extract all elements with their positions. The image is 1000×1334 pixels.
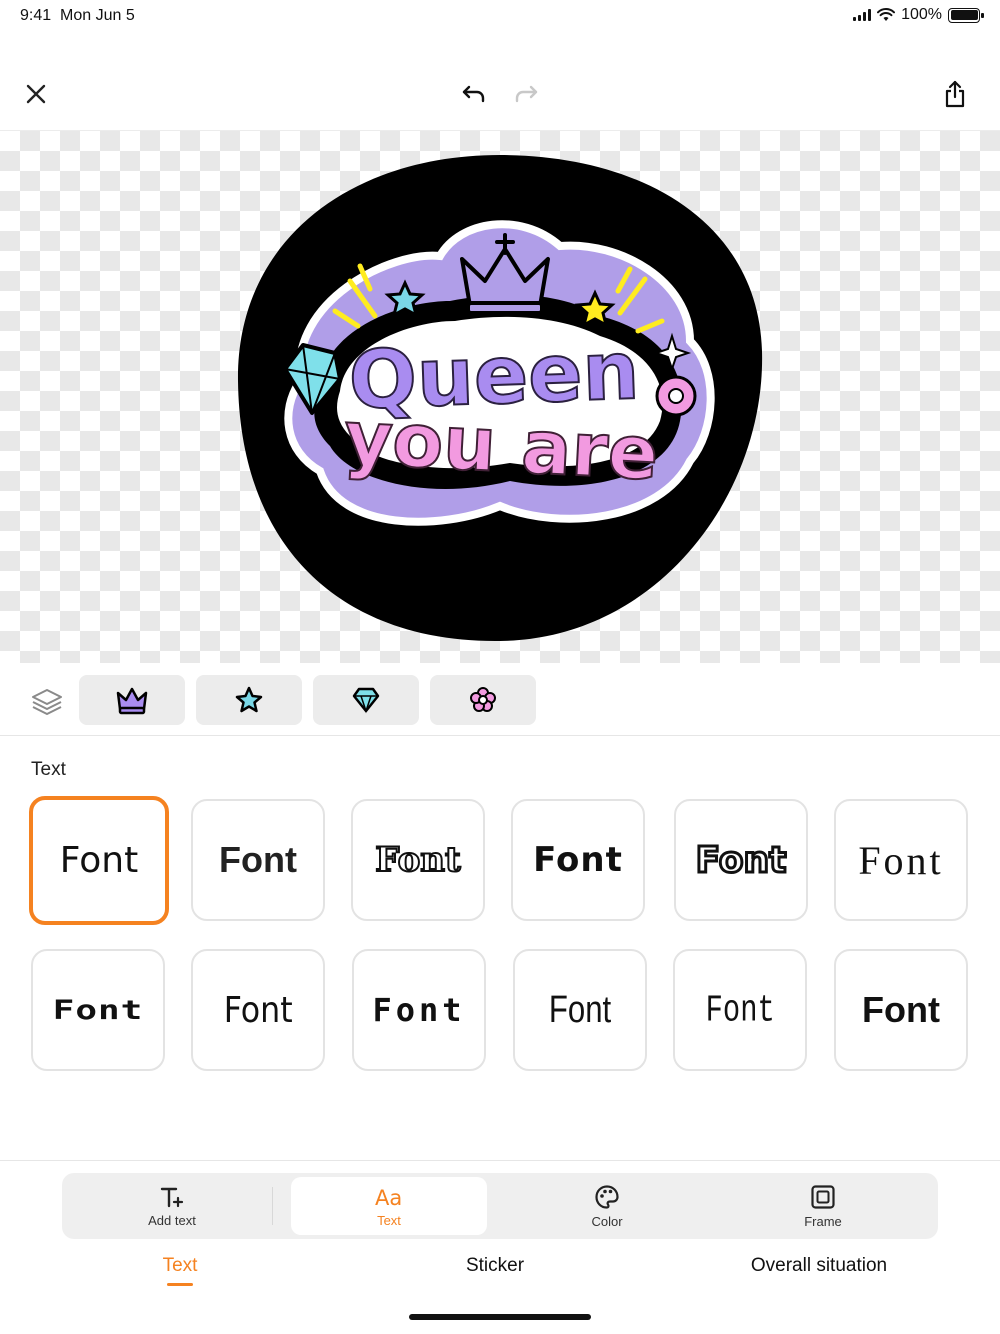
status-date: Mon Jun 5 [60,7,135,24]
layers-strip [0,664,1000,736]
cellular-signal-icon [853,9,872,21]
diamond-icon [352,687,380,714]
font-option-8[interactable]: Font [191,949,325,1071]
layer-chip-diamond[interactable] [313,675,419,725]
frame-icon [811,1184,835,1209]
font-option-3[interactable]: Font [351,799,485,921]
status-bar: 9:41 Mon Jun 5 100% [0,0,1000,34]
status-indicators: 100% [853,6,984,24]
color-label: Color [591,1213,623,1229]
status-time: 9:41 Mon Jun 5 [20,7,135,25]
text-style-button[interactable]: Aa Text [291,1177,487,1235]
layers-icon[interactable] [30,684,64,718]
font-option-10[interactable]: Font [513,949,647,1071]
flower-decoration [655,375,697,417]
font-sample-label: Font [705,988,775,1032]
undo-icon [462,85,485,103]
font-sample-label: Font [858,837,944,883]
tools-bar: Add text Aa Text Color Frame [62,1173,938,1239]
status-clock: 9:41 [20,7,52,24]
redo-icon [515,85,538,103]
editor-toolbar [0,60,1000,128]
flower-icon [470,687,496,712]
crown-icon [116,687,148,715]
font-sample-label: Font [548,988,612,1031]
font-sample-label: Font [59,840,139,881]
font-sample-label: Font [533,840,623,880]
active-tab-indicator [167,1283,193,1286]
font-option-2[interactable]: Font [191,799,325,921]
font-option-6[interactable]: Font [834,799,968,921]
font-sample-label: Font [374,839,461,881]
svg-text:Aa: Aa [375,1186,402,1209]
text-style-label: Text [377,1212,401,1228]
layer-chip-crown[interactable] [79,675,185,725]
tab-sticker[interactable]: Sticker [420,1255,570,1277]
undo-button[interactable] [454,74,494,114]
text-section-label: Text [31,759,66,780]
font-option-11[interactable]: Font [673,949,807,1071]
star-icon [235,686,263,713]
font-sample-label: Font [223,989,293,1031]
close-button[interactable] [16,74,56,114]
layer-chip-flower[interactable] [430,675,536,725]
sticker-text-line2: you are [342,395,660,497]
battery-level [950,10,978,20]
font-option-7[interactable]: Font [31,949,165,1071]
tab-overall-situation[interactable]: Overall situation [710,1255,928,1277]
font-option-9[interactable]: Font [352,949,486,1071]
color-button[interactable]: Color [502,1177,712,1235]
close-icon [26,84,46,104]
share-icon [945,80,965,108]
tool-separator [272,1187,273,1225]
tab-text[interactable]: Text [120,1255,240,1277]
add-text-icon [160,1187,184,1207]
redo-button[interactable] [506,74,546,114]
font-option-4[interactable]: Font [511,799,645,921]
font-sample-label: Font [372,991,466,1029]
add-text-button[interactable]: Add text [68,1177,276,1235]
palette-icon [595,1184,619,1209]
wifi-icon [877,8,896,21]
font-option-5[interactable]: Font [674,799,808,921]
frame-button[interactable]: Frame [718,1177,928,1235]
font-option-1[interactable]: Font [29,796,169,925]
home-indicator[interactable] [409,1314,591,1320]
font-option-12[interactable]: Font [834,949,968,1071]
font-sample-label: Font [862,989,940,1030]
font-sample-label: Font [694,838,788,882]
editor-canvas[interactable]: Queen you are [0,130,1000,663]
font-sample-label: Font [52,994,144,1026]
battery-icon [948,7,984,23]
layer-chip-star[interactable] [196,675,302,725]
share-button[interactable] [935,74,975,114]
bottom-divider [0,1160,1000,1161]
add-text-label: Add text [148,1212,196,1228]
sticker-artwork[interactable]: Queen you are [0,131,1000,664]
font-sample-label: Font [219,839,297,880]
battery-percent: 100% [901,6,942,23]
text-style-icon: Aa [375,1186,402,1209]
frame-label: Frame [804,1213,842,1229]
